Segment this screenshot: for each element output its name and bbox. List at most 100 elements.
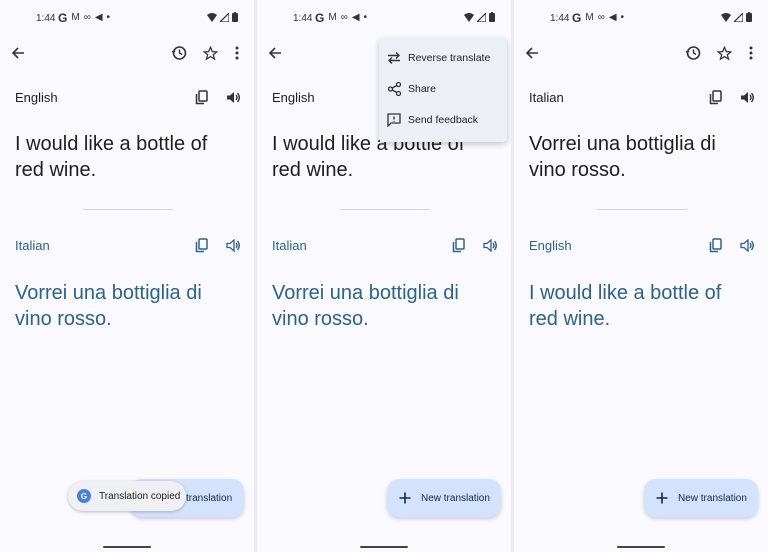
target-text[interactable]: Vorrei una bottiglia di vino rosso. bbox=[272, 280, 497, 332]
battery-icon bbox=[232, 12, 238, 22]
new-translation-label: New translation bbox=[421, 492, 490, 504]
dot-icon: • bbox=[620, 12, 625, 23]
copy-icon bbox=[195, 89, 208, 104]
link-icon: ∞ bbox=[597, 12, 605, 23]
speak-target-button[interactable] bbox=[738, 236, 756, 254]
google-icon: G bbox=[315, 11, 325, 25]
back-button[interactable] bbox=[521, 42, 543, 64]
volume-icon bbox=[739, 238, 754, 252]
plus-icon bbox=[399, 492, 411, 504]
battery-icon bbox=[746, 12, 752, 22]
signal-icon bbox=[734, 12, 743, 22]
overflow-menu: Reverse translate Share Send feedback bbox=[379, 38, 507, 142]
target-language-label: Italian bbox=[15, 237, 50, 253]
send-icon: ◀ bbox=[608, 12, 617, 23]
volume-icon bbox=[482, 238, 497, 252]
target-language-row: Italian bbox=[15, 234, 242, 256]
volume-icon bbox=[740, 91, 754, 103]
link-icon: ∞ bbox=[340, 12, 348, 23]
star-outline-icon bbox=[202, 45, 218, 61]
gmail-icon: M bbox=[328, 12, 337, 23]
copy-target-button[interactable] bbox=[449, 236, 467, 254]
menu-item-send-feedback[interactable]: Send feedback bbox=[379, 105, 507, 135]
target-language-row: Italian bbox=[272, 234, 499, 256]
target-text[interactable]: I would like a bottle of red wine. bbox=[529, 280, 754, 332]
history-button[interactable] bbox=[168, 42, 190, 64]
copy-source-button[interactable] bbox=[706, 88, 724, 106]
toast-snackbar: G Translation copied bbox=[68, 481, 186, 511]
google-icon: G bbox=[58, 11, 68, 25]
new-translation-button[interactable]: New translation bbox=[644, 479, 758, 517]
screen-3: 1:44 G M ∞ ◀ • Italian Vorrei una bottig… bbox=[514, 0, 768, 552]
more-vert-icon bbox=[235, 46, 239, 60]
copy-target-button[interactable] bbox=[706, 236, 724, 254]
copy-target-button[interactable] bbox=[192, 236, 210, 254]
history-button[interactable] bbox=[682, 42, 704, 64]
source-language-row: Italian bbox=[529, 86, 756, 108]
speak-target-button[interactable] bbox=[481, 236, 499, 254]
more-options-button[interactable] bbox=[740, 42, 762, 64]
gmail-icon: M bbox=[71, 12, 80, 23]
volume-icon bbox=[225, 238, 240, 252]
volume-icon bbox=[226, 91, 240, 103]
target-language-label: English bbox=[529, 237, 572, 253]
speak-source-button[interactable] bbox=[738, 88, 756, 106]
wifi-icon bbox=[207, 12, 217, 22]
target-text[interactable]: Vorrei una bottiglia di vino rosso. bbox=[15, 280, 240, 332]
status-bar: 1:44 G M ∞ ◀ • bbox=[0, 0, 254, 36]
divider bbox=[83, 209, 173, 210]
menu-item-label: Share bbox=[408, 83, 437, 95]
copy-icon bbox=[195, 237, 208, 252]
status-time: 1:44 bbox=[550, 13, 570, 24]
gesture-nav-handle[interactable] bbox=[103, 546, 151, 548]
speak-source-button[interactable] bbox=[224, 88, 242, 106]
toast-message: Translation copied bbox=[99, 490, 181, 502]
wifi-icon bbox=[464, 12, 474, 22]
status-bar: 1:44 G M ∞ ◀ • bbox=[514, 0, 768, 36]
new-translation-label: translation bbox=[186, 492, 233, 504]
speak-target-button[interactable] bbox=[224, 236, 242, 254]
status-time: 1:44 bbox=[36, 13, 56, 24]
menu-item-reverse-translate[interactable]: Reverse translate bbox=[379, 43, 507, 73]
feedback-icon bbox=[387, 113, 401, 127]
history-icon bbox=[171, 46, 187, 60]
gesture-nav-handle[interactable] bbox=[360, 546, 408, 548]
target-language-row: English bbox=[529, 234, 756, 256]
back-button[interactable] bbox=[264, 42, 286, 64]
source-text[interactable]: Vorrei una bottiglia di vino rosso. bbox=[529, 131, 754, 183]
back-button[interactable] bbox=[7, 42, 29, 64]
divider bbox=[340, 209, 430, 210]
send-icon: ◀ bbox=[351, 12, 360, 23]
app-bar bbox=[514, 36, 768, 70]
translate-app-icon: G bbox=[77, 489, 91, 503]
copy-icon bbox=[709, 237, 722, 252]
back-arrow-icon bbox=[268, 47, 281, 59]
gesture-nav-handle[interactable] bbox=[617, 546, 665, 548]
target-language-label: Italian bbox=[272, 237, 307, 253]
menu-item-share[interactable]: Share bbox=[379, 74, 507, 104]
favorite-button[interactable] bbox=[199, 42, 221, 64]
more-options-button[interactable] bbox=[226, 42, 248, 64]
source-language-label: English bbox=[15, 89, 58, 105]
signal-icon bbox=[220, 12, 229, 22]
dot-icon: • bbox=[363, 12, 368, 23]
more-vert-icon bbox=[749, 46, 753, 60]
favorite-button[interactable] bbox=[713, 42, 735, 64]
dot-icon: • bbox=[106, 12, 111, 23]
star-outline-icon bbox=[716, 45, 732, 61]
battery-icon bbox=[489, 12, 495, 22]
source-language-label: Italian bbox=[529, 89, 564, 105]
source-language-row: English bbox=[15, 86, 242, 108]
copy-icon bbox=[709, 89, 722, 104]
link-icon: ∞ bbox=[83, 12, 91, 23]
signal-icon bbox=[477, 12, 486, 22]
status-time: 1:44 bbox=[293, 13, 313, 24]
gmail-icon: M bbox=[585, 12, 594, 23]
send-icon: ◀ bbox=[94, 12, 103, 23]
menu-item-label: Send feedback bbox=[408, 114, 479, 126]
source-text[interactable]: I would like a bottle of red wine. bbox=[15, 131, 240, 183]
swap-icon bbox=[388, 52, 400, 64]
new-translation-button[interactable]: New translation bbox=[387, 479, 501, 517]
copy-source-button[interactable] bbox=[192, 88, 210, 106]
plus-icon bbox=[656, 492, 668, 504]
